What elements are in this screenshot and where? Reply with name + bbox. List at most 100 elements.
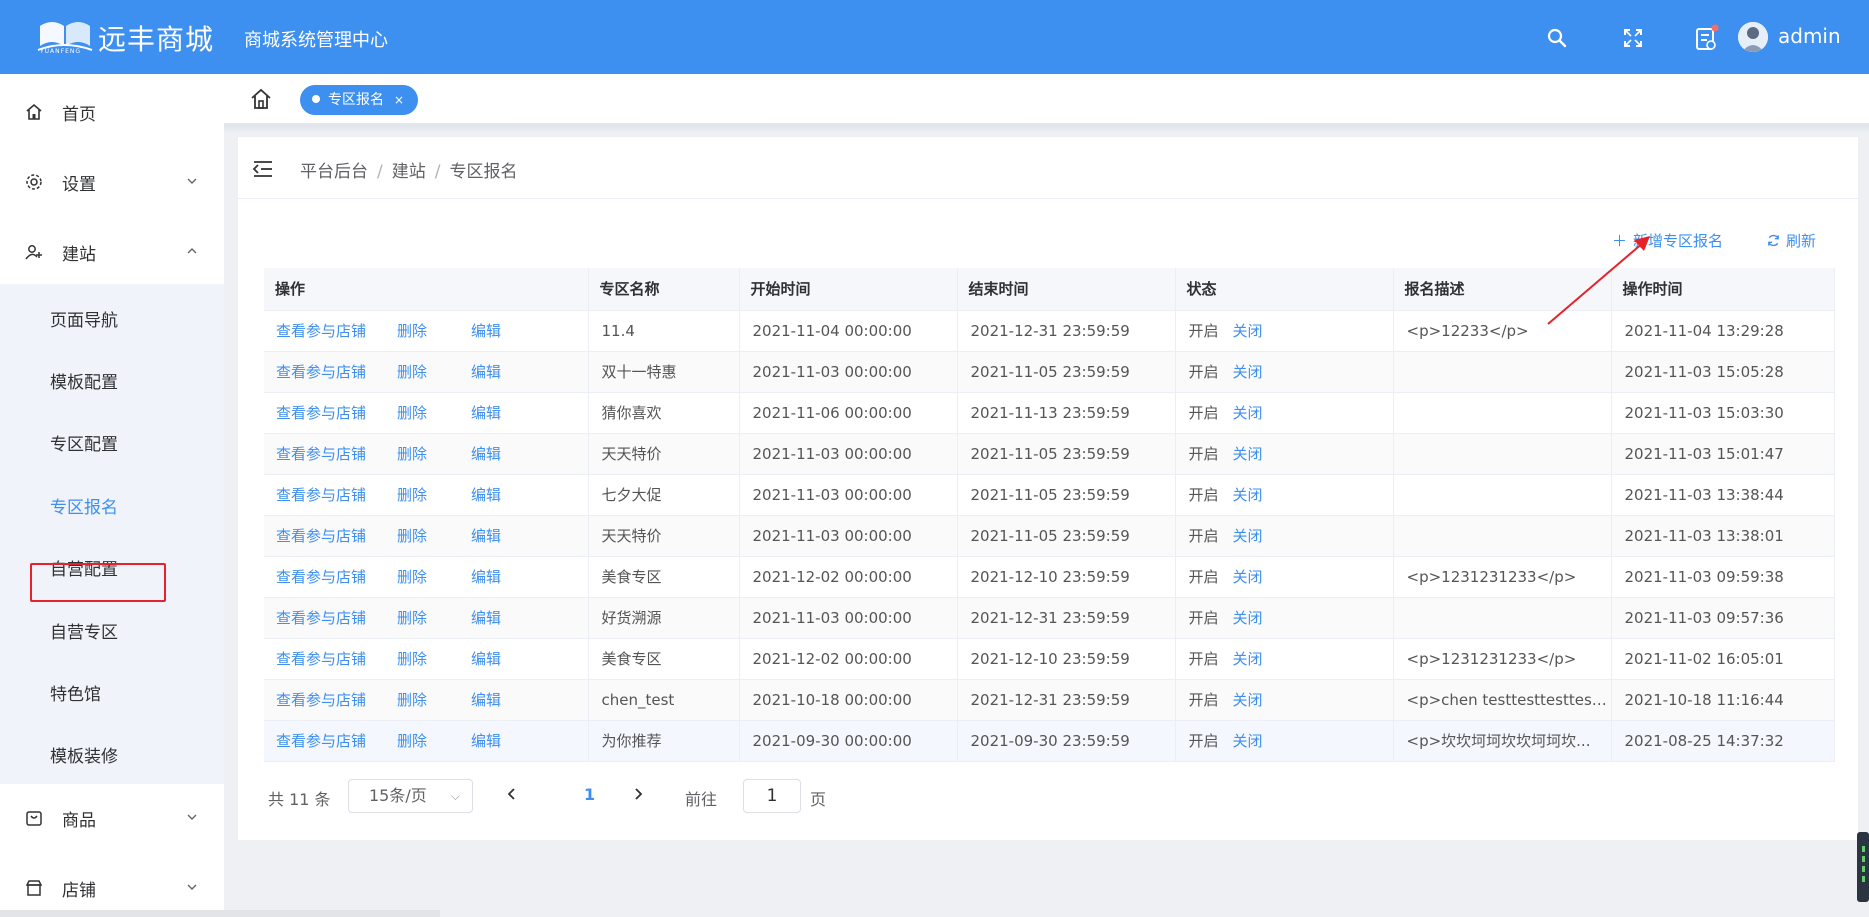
submenu-zone-signup[interactable]: 专区报名 (50, 493, 118, 518)
breadcrumb-item[interactable]: 建站 (392, 162, 426, 182)
logo[interactable]: 远丰商城 YUANFENG (36, 14, 216, 58)
goto-prefix: 前往 (685, 790, 718, 809)
close-status-link[interactable]: 关闭 (1233, 404, 1263, 422)
view-shops-link[interactable]: 查看参与店铺 (276, 527, 366, 545)
view-shops-link[interactable]: 查看参与店铺 (276, 486, 366, 504)
sidebar-item-shop[interactable]: 店铺 (0, 860, 224, 916)
zone-name-cell: 美食专区 (588, 638, 740, 680)
view-shops-link[interactable]: 查看参与店铺 (276, 404, 366, 422)
breadcrumb-item[interactable]: 平台后台 (300, 162, 368, 182)
status-text: 开启 (1188, 322, 1219, 340)
description-cell: <p>坎坎坷坷坎坎坷坷坎... (1393, 720, 1612, 762)
sidebar-item-site[interactable]: 建站 (0, 224, 224, 280)
delete-link[interactable]: 删除 (397, 445, 427, 463)
avatar (1738, 22, 1768, 52)
view-shops-link[interactable]: 查看参与店铺 (276, 363, 366, 381)
delete-link[interactable]: 删除 (397, 322, 427, 340)
column-header: 开始时间 (739, 268, 958, 311)
close-status-link[interactable]: 关闭 (1233, 650, 1263, 668)
submenu-page-nav[interactable]: 页面导航 (50, 306, 118, 331)
signup-table: 操作 专区名称 开始时间 结束时间 状态 报名描述 操作时间 查看参与店铺 删除编… (264, 268, 1835, 762)
edit-link[interactable]: 编辑 (471, 691, 501, 709)
view-shops-link[interactable]: 查看参与店铺 (276, 691, 366, 709)
operation-time-cell: 2021-08-25 14:37:32 (1611, 720, 1835, 762)
submenu-zone-config[interactable]: 专区配置 (50, 430, 118, 455)
close-status-link[interactable]: 关闭 (1233, 363, 1263, 381)
column-header: 专区名称 (588, 268, 740, 311)
sidebar-item-home[interactable]: 首页 (0, 84, 224, 140)
sidebar-item-label: 设置 (62, 175, 96, 195)
row-actions: 查看参与店铺 删除 编辑 (264, 351, 589, 393)
view-shops-link[interactable]: 查看参与店铺 (276, 732, 366, 750)
delete-link[interactable]: 删除 (397, 486, 427, 504)
delete-link[interactable]: 删除 (397, 568, 427, 586)
sidebar-item-settings[interactable]: 设置 (0, 154, 224, 210)
scrollbar-thumb[interactable] (1857, 832, 1869, 902)
delete-link[interactable]: 删除 (397, 691, 427, 709)
view-shops-link[interactable]: 查看参与店铺 (276, 609, 366, 627)
submenu-template-config[interactable]: 模板配置 (50, 368, 118, 393)
view-shops-link[interactable]: 查看参与店铺 (276, 650, 366, 668)
submenu-template-decor[interactable]: 模板装修 (50, 742, 118, 767)
home-tab-icon[interactable] (250, 88, 272, 110)
refresh-button[interactable]: 刷新 (1767, 230, 1816, 251)
row-actions: 查看参与店铺 删除 编辑 (264, 638, 589, 680)
prev-page-icon[interactable] (506, 786, 518, 802)
close-status-link[interactable]: 关闭 (1233, 691, 1263, 709)
description-cell (1393, 474, 1612, 516)
page-size-select[interactable]: 15条/页 ⌵ (348, 779, 473, 813)
site-icon (25, 245, 42, 260)
submenu-self-zone[interactable]: 自营专区 (50, 618, 118, 643)
page-number[interactable]: 1 (584, 785, 595, 804)
edit-link[interactable]: 编辑 (471, 363, 501, 381)
edit-link[interactable]: 编辑 (471, 650, 501, 668)
view-shops-link[interactable]: 查看参与店铺 (276, 445, 366, 463)
close-status-link[interactable]: 关闭 (1233, 486, 1263, 504)
view-shops-link[interactable]: 查看参与店铺 (276, 322, 366, 340)
edit-link[interactable]: 编辑 (471, 445, 501, 463)
chevron-down-icon (187, 178, 197, 184)
delete-link[interactable]: 删除 (397, 732, 427, 750)
delete-link[interactable]: 删除 (397, 363, 427, 381)
edit-link[interactable]: 编辑 (471, 609, 501, 627)
tab-zone-signup[interactable]: 专区报名 × (300, 85, 419, 115)
close-status-link[interactable]: 关闭 (1233, 322, 1263, 340)
edit-link[interactable]: 编辑 (471, 322, 501, 340)
start-time-cell: 2021-11-03 00:00:00 (739, 351, 958, 393)
sidebar-submenu-site: 页面导航 模板配置 专区配置 专区报名 自营配置 自营专区 特色馆 模板装修 (0, 284, 224, 784)
goto-page-input[interactable]: 1 (743, 779, 801, 813)
close-status-link[interactable]: 关闭 (1233, 568, 1263, 586)
shop-icon (25, 880, 43, 896)
close-status-link[interactable]: 关闭 (1233, 732, 1263, 750)
breadcrumb: 平台后台 / 建站 / 专区报名 (300, 157, 517, 182)
operation-time-cell: 2021-11-03 09:59:38 (1611, 556, 1835, 598)
submenu-feature-hall[interactable]: 特色馆 (50, 680, 101, 705)
delete-link[interactable]: 删除 (397, 404, 427, 422)
description-cell: <p>1231231233</p> (1393, 556, 1612, 598)
edit-link[interactable]: 编辑 (471, 527, 501, 545)
zone-name-cell: 天天特价 (588, 433, 740, 475)
edit-link[interactable]: 编辑 (471, 404, 501, 422)
close-status-link[interactable]: 关闭 (1233, 609, 1263, 627)
close-status-link[interactable]: 关闭 (1233, 527, 1263, 545)
search-icon[interactable] (1545, 26, 1569, 50)
notification-icon[interactable] (1694, 24, 1720, 52)
next-page-icon[interactable] (632, 786, 644, 802)
delete-link[interactable]: 删除 (397, 650, 427, 668)
end-time-cell: 2021-12-10 23:59:59 (957, 556, 1176, 598)
collapse-menu-icon[interactable] (252, 160, 274, 178)
sidebar-item-goods[interactable]: 商品 (0, 790, 224, 846)
delete-link[interactable]: 删除 (397, 609, 427, 627)
delete-link[interactable]: 删除 (397, 527, 427, 545)
horizontal-scrollbar[interactable] (0, 910, 440, 917)
status-text: 开启 (1188, 527, 1219, 545)
row-actions: 查看参与店铺 删除 编辑 (264, 556, 589, 598)
edit-link[interactable]: 编辑 (471, 486, 501, 504)
close-status-link[interactable]: 关闭 (1233, 445, 1263, 463)
edit-link[interactable]: 编辑 (471, 568, 501, 586)
fullscreen-icon[interactable] (1621, 26, 1645, 50)
close-icon[interactable]: × (394, 93, 404, 107)
edit-link[interactable]: 编辑 (471, 732, 501, 750)
view-shops-link[interactable]: 查看参与店铺 (276, 568, 366, 586)
zone-name-cell: 11.4 (588, 310, 740, 352)
